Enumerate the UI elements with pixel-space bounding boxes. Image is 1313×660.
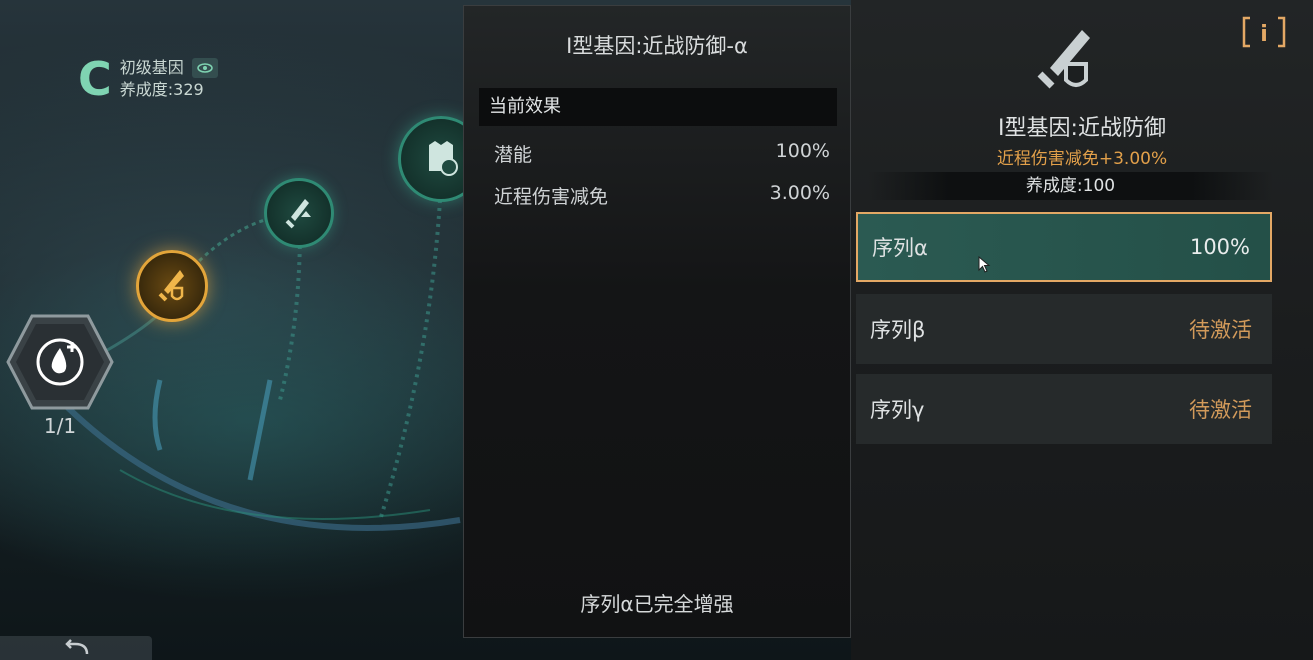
effect-value: 100% bbox=[775, 140, 830, 162]
knife-shield-icon bbox=[1030, 24, 1100, 94]
sequence-alpha[interactable]: 序列α 100% bbox=[856, 212, 1272, 282]
potion-count: 1/1 bbox=[43, 414, 77, 438]
sequence-label: 序列β bbox=[870, 318, 926, 342]
skill-node-melee-upgrade[interactable] bbox=[264, 178, 334, 248]
sequence-label: 序列γ bbox=[870, 398, 925, 422]
sequence-status: 待激活 bbox=[1189, 398, 1252, 422]
effect-row: 近程伤害减免 3.00% bbox=[494, 182, 830, 209]
effect-row: 潜能 100% bbox=[494, 140, 830, 167]
potion-hex-icon bbox=[6, 314, 114, 410]
effect-label: 潜能 bbox=[494, 144, 533, 166]
grade-letter: C bbox=[78, 52, 112, 106]
grade-tier: 初级基因 bbox=[119, 58, 184, 77]
back-arrow-icon bbox=[65, 639, 89, 655]
gene-cultivation-level: 养成度:100 bbox=[868, 172, 1273, 200]
enhancement-status: 序列α已完全增强 bbox=[580, 592, 734, 616]
grade-cultivation: 养成度:329 bbox=[119, 80, 204, 99]
gene-grade-badge: C 初级基因 养成度:329 bbox=[78, 56, 218, 102]
effect-label: 近程伤害减免 bbox=[494, 186, 609, 208]
sequence-beta[interactable]: 序列β 待激活 bbox=[856, 294, 1272, 364]
sequence-gamma[interactable]: 序列γ 待激活 bbox=[856, 374, 1272, 444]
mouse-cursor-icon bbox=[978, 255, 992, 274]
back-button[interactable] bbox=[0, 636, 152, 660]
gene-bonus: 近程伤害减免+3.00% bbox=[996, 149, 1168, 169]
gene-detail-panel: I型基因:近战防御-α 当前效果 潜能 100% 近程伤害减免 3.00% 序列… bbox=[463, 5, 851, 638]
sequence-status: 待激活 bbox=[1189, 318, 1252, 342]
sequence-label: 序列α bbox=[872, 236, 928, 260]
potion-slot[interactable] bbox=[4, 312, 116, 412]
armor-icon bbox=[429, 141, 458, 176]
gene-name: I型基因:近战防御 bbox=[998, 116, 1166, 141]
info-button[interactable]: i bbox=[1242, 16, 1286, 48]
knife-up-icon bbox=[285, 199, 311, 229]
effect-header: 当前效果 bbox=[479, 88, 837, 126]
eye-icon[interactable] bbox=[191, 58, 218, 78]
knife-shield-icon bbox=[158, 270, 184, 302]
detail-title: I型基因:近战防御-α bbox=[566, 34, 748, 58]
info-icon: i bbox=[1260, 22, 1268, 47]
skill-node-melee-defense-active[interactable] bbox=[136, 250, 208, 322]
sequence-status: 100% bbox=[1189, 235, 1250, 259]
effect-value: 3.00% bbox=[769, 182, 830, 204]
